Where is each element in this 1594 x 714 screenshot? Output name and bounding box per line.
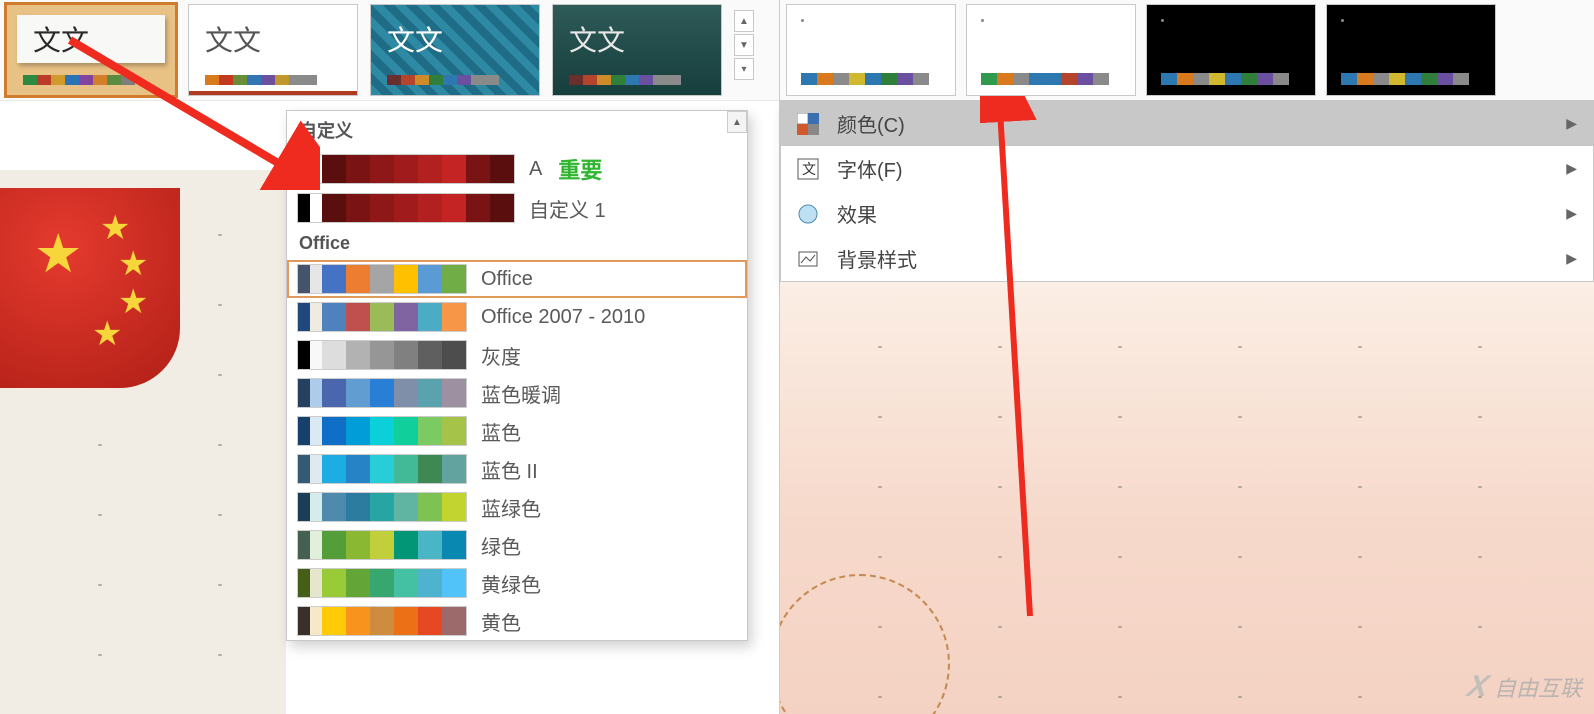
menu-colors[interactable]: 颜色(C) ▶ <box>781 101 1593 146</box>
theme-sample-text: 文文 <box>387 19 443 59</box>
color-scheme-row[interactable]: A 重要 <box>287 149 747 189</box>
variant-thumb-4[interactable] <box>1326 4 1496 96</box>
color-swatch-strip <box>297 264 467 294</box>
color-scheme-row[interactable]: 蓝色暖调 <box>287 374 747 412</box>
color-swatch-strip <box>297 492 467 522</box>
color-scheme-row[interactable]: 黄绿色 <box>287 564 747 602</box>
theme-swatch-strip <box>23 75 135 85</box>
variant-swatch-strip <box>981 73 1109 85</box>
color-scheme-label: 自定义 1 <box>529 194 606 223</box>
theme-swatch-strip <box>387 75 499 85</box>
color-swatch-strip <box>297 454 467 484</box>
color-scheme-label: 灰度 <box>481 341 521 370</box>
svg-text:文: 文 <box>802 161 816 177</box>
watermark: X自由互联 <box>1468 670 1582 704</box>
color-scheme-row[interactable]: Office <box>287 260 747 298</box>
color-scheme-label: 黄绿色 <box>481 569 541 598</box>
color-swatch-strip <box>297 530 467 560</box>
color-scheme-row[interactable]: 蓝色 <box>287 412 747 450</box>
menu-background-styles[interactable]: 背景样式 ▶ <box>781 236 1593 281</box>
variant-swatch-strip <box>1161 73 1289 85</box>
variant-swatch-strip <box>801 73 929 85</box>
theme-sample-text: 文文 <box>569 19 625 59</box>
chevron-right-icon: ▶ <box>1566 250 1577 267</box>
annotation-important: 重要 <box>558 153 602 185</box>
theme-thumb-4[interactable]: 文文 <box>552 4 722 96</box>
menu-colors-label: 颜色(C) <box>837 109 905 138</box>
menu-background-label: 背景样式 <box>837 244 917 273</box>
color-scheme-row[interactable]: 绿色 <box>287 526 747 564</box>
fonts-icon: 文 <box>795 156 821 182</box>
color-scheme-label: 黄色 <box>481 607 521 636</box>
theme-swatch-strip <box>569 75 681 85</box>
menu-fonts[interactable]: 文 字体(F) ▶ <box>781 146 1593 191</box>
theme-swatch-strip <box>205 75 317 85</box>
variant-thumb-3[interactable] <box>1146 4 1316 96</box>
chevron-right-icon: ▶ <box>1566 115 1577 132</box>
menu-effects-label: 效果 <box>837 199 877 228</box>
themes-scroll-up[interactable]: ▲ <box>734 10 754 32</box>
popup-section-custom: 自定义 <box>287 111 747 149</box>
color-scheme-row[interactable]: 自定义 1 <box>287 189 747 227</box>
menu-fonts-label: 字体(F) <box>837 154 903 183</box>
themes-gallery: 文文 文文 文文 文文 ▲ ▼ ▾ <box>0 0 779 100</box>
variant-swatch-strip <box>1341 73 1469 85</box>
color-swatch-strip <box>297 606 467 636</box>
slide-background-left: ★★★★★ <box>0 170 286 714</box>
variants-gallery <box>780 0 1594 100</box>
themes-expand[interactable]: ▾ <box>734 58 754 80</box>
colors-icon <box>795 111 821 137</box>
chevron-right-icon: ▶ <box>1566 160 1577 177</box>
color-swatch-strip <box>297 378 467 408</box>
color-scheme-row[interactable]: 灰度 <box>287 336 747 374</box>
color-scheme-label: 蓝色 <box>481 417 521 446</box>
slide-canvas: 1 标题内容： 此处添加标题项目 X自由互联 <box>780 282 1594 714</box>
color-scheme-label: 蓝绿色 <box>481 493 541 522</box>
theme-sample-text: 文文 <box>33 19 89 59</box>
theme-thumb-1[interactable]: 文文 <box>6 4 176 96</box>
color-swatch-strip <box>297 193 515 223</box>
variant-thumb-1[interactable] <box>786 4 956 96</box>
theme-sample-text: 文文 <box>205 19 261 59</box>
chevron-right-icon: ▶ <box>1566 205 1577 222</box>
color-scheme-label: 蓝色暖调 <box>481 379 561 408</box>
color-scheme-row[interactable]: 蓝色 II <box>287 450 747 488</box>
color-swatch-strip <box>297 568 467 598</box>
variant-thumb-2[interactable] <box>966 4 1136 96</box>
flag-graphic: ★★★★★ <box>0 188 180 388</box>
color-swatch-strip <box>297 154 515 184</box>
color-scheme-row[interactable]: 蓝绿色 <box>287 488 747 526</box>
variants-dropdown-menu: 颜色(C) ▶ 文 字体(F) ▶ 效果 ▶ 背 <box>780 100 1594 282</box>
color-scheme-label: 绿色 <box>481 531 521 560</box>
color-swatch-strip <box>297 340 467 370</box>
effects-icon <box>795 201 821 227</box>
color-scheme-row[interactable]: 黄色 <box>287 602 747 640</box>
color-schemes-popup: ▲ 自定义 A 重要自定义 1 Office Office Office 2007 … <box>286 110 748 641</box>
color-scheme-label: A <box>529 158 542 181</box>
color-scheme-label: Office 2007 - 2010 <box>481 306 645 329</box>
theme-thumb-2[interactable]: 文文 <box>188 4 358 96</box>
color-swatch-strip <box>297 302 467 332</box>
popup-section-office: Office <box>287 227 747 260</box>
menu-effects[interactable]: 效果 ▶ <box>781 191 1593 236</box>
color-scheme-row[interactable]: Office 2007 - 2010 <box>287 298 747 336</box>
color-scheme-label: 蓝色 II <box>481 455 538 484</box>
themes-scroll-down[interactable]: ▼ <box>734 34 754 56</box>
theme-thumb-3[interactable]: 文文 <box>370 4 540 96</box>
color-scheme-label: Office <box>481 268 533 291</box>
color-swatch-strip <box>297 416 467 446</box>
background-icon <box>795 246 821 272</box>
popup-scroll-up[interactable]: ▲ <box>727 111 747 133</box>
